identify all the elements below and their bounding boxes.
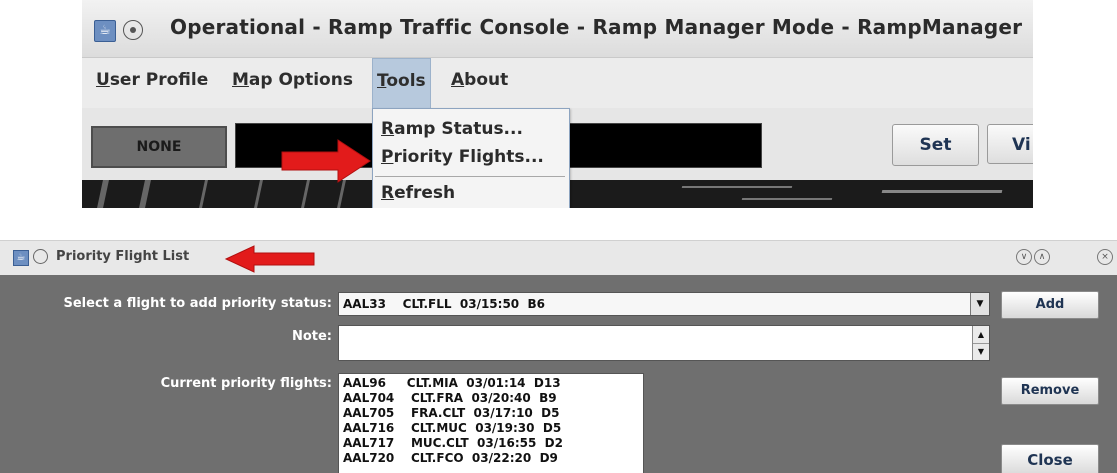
note-textarea[interactable]: ▲ ▼ (338, 325, 990, 361)
menu-about[interactable]: About (447, 58, 512, 108)
menu-item-label: efresh (394, 183, 456, 203)
list-item[interactable]: AAL705 FRA.CLT 03/17:10 D5 (343, 406, 559, 420)
annotation-arrow-right-icon (281, 139, 371, 183)
current-priority-flights-list[interactable]: AAL96 CLT.MIA 03/01:14 D13 AAL704 CLT.FR… (338, 373, 644, 473)
map-taxiway-line (337, 180, 346, 208)
menu-mnemonic: M (232, 70, 249, 90)
menu-mnemonic: U (96, 70, 110, 90)
menu-label: bout (464, 70, 509, 90)
menu-label: ools (386, 71, 426, 91)
menu-mnemonic: R (381, 119, 395, 139)
menu-item-label: amp Status... (394, 119, 523, 139)
priority-flight-list-window: ☕ Priority Flight List ∨ ∧ × Select a fl… (0, 240, 1117, 473)
console-window-title: Operational - Ramp Traffic Console - Ram… (170, 15, 1023, 39)
annotation-arrow-left-icon (224, 245, 315, 273)
java-app-icon: ☕ (94, 20, 116, 42)
close-button[interactable]: Close (1001, 444, 1099, 473)
menu-label: ap Options (248, 70, 353, 90)
set-button[interactable]: Set (892, 124, 979, 166)
maximize-icon[interactable]: ∧ (1034, 249, 1050, 265)
map-taxiway-line (139, 180, 151, 208)
map-taxiway-line (254, 180, 263, 208)
scroll-down-icon[interactable]: ▼ (973, 343, 989, 360)
map-taxiway-line (741, 198, 833, 200)
window-menu-icon[interactable] (123, 20, 143, 40)
list-item[interactable]: AAL704 CLT.FRA 03/20:40 B9 (343, 391, 557, 405)
map-taxiway-line (881, 190, 1003, 193)
menu-user-profile[interactable]: User Profile (92, 58, 212, 108)
add-button[interactable]: Add (1001, 291, 1099, 319)
map-taxiway-line (199, 180, 208, 208)
map-taxiway-line (301, 180, 310, 208)
dialog-title: Priority Flight List (56, 249, 190, 264)
menu-map-options[interactable]: Map Options (228, 58, 357, 108)
minimize-icon[interactable]: ∨ (1016, 249, 1032, 265)
menu-tools[interactable]: Tools (372, 58, 431, 109)
scroll-up-icon[interactable]: ▲ (973, 326, 989, 344)
note-label: Note: (291, 329, 332, 344)
menu-mnemonic: P (381, 147, 394, 167)
menu-item-priority-flights[interactable]: Priority Flights... (381, 147, 544, 167)
list-item[interactable]: AAL96 CLT.MIA 03/01:14 D13 (343, 376, 561, 390)
select-flight-label: Select a flight to add priority status: (63, 296, 333, 311)
remove-button[interactable]: Remove (1001, 377, 1099, 405)
menu-item-label: riority Flights... (393, 147, 544, 167)
list-item[interactable]: AAL716 CLT.MUC 03/19:30 D5 (343, 421, 561, 435)
ramp-traffic-console-window: ☕ Operational - Ramp Traffic Console - R… (82, 0, 1033, 208)
window-menu-icon[interactable] (33, 249, 48, 264)
list-item[interactable]: AAL717 MUC.CLT 03/16:55 D2 (343, 436, 563, 450)
flight-select-dropdown[interactable]: AAL33 CLT.FLL 03/15:50 B6 ▼ (338, 292, 990, 316)
tools-dropdown-menu: Ramp Status... Priority Flights... Refre… (372, 108, 570, 208)
list-item[interactable]: AAL720 CLT.FCO 03/22:20 D9 (343, 451, 558, 465)
note-scrollbar[interactable]: ▲ ▼ (972, 326, 989, 360)
close-icon[interactable]: × (1097, 249, 1113, 265)
current-priority-label: Current priority flights: (160, 376, 332, 391)
menu-mnemonic: A (451, 70, 465, 90)
menu-label: ser Profile (109, 70, 209, 90)
dialog-title-bar: ☕ Priority Flight List ∨ ∧ × (0, 240, 1117, 276)
menu-mnemonic: T (377, 71, 387, 91)
selected-flight-value: AAL33 CLT.FLL 03/15:50 B6 (343, 297, 545, 311)
console-menu-bar: User Profile Map Options Tools About (82, 58, 1033, 109)
menu-mnemonic: R (381, 183, 395, 203)
map-taxiway-line (97, 180, 109, 208)
map-taxiway-line (681, 186, 793, 188)
java-app-icon: ☕ (13, 250, 29, 266)
console-title-bar: ☕ Operational - Ramp Traffic Console - R… (82, 0, 1033, 58)
chevron-down-icon[interactable]: ▼ (970, 293, 989, 315)
menu-item-refresh[interactable]: Refresh (381, 183, 455, 203)
view-button[interactable]: Vi (987, 124, 1033, 164)
menu-separator (375, 176, 565, 177)
dialog-body: Select a flight to add priority status: … (0, 275, 1117, 473)
mode-indicator: NONE (91, 126, 227, 168)
menu-item-ramp-status[interactable]: Ramp Status... (381, 119, 523, 139)
